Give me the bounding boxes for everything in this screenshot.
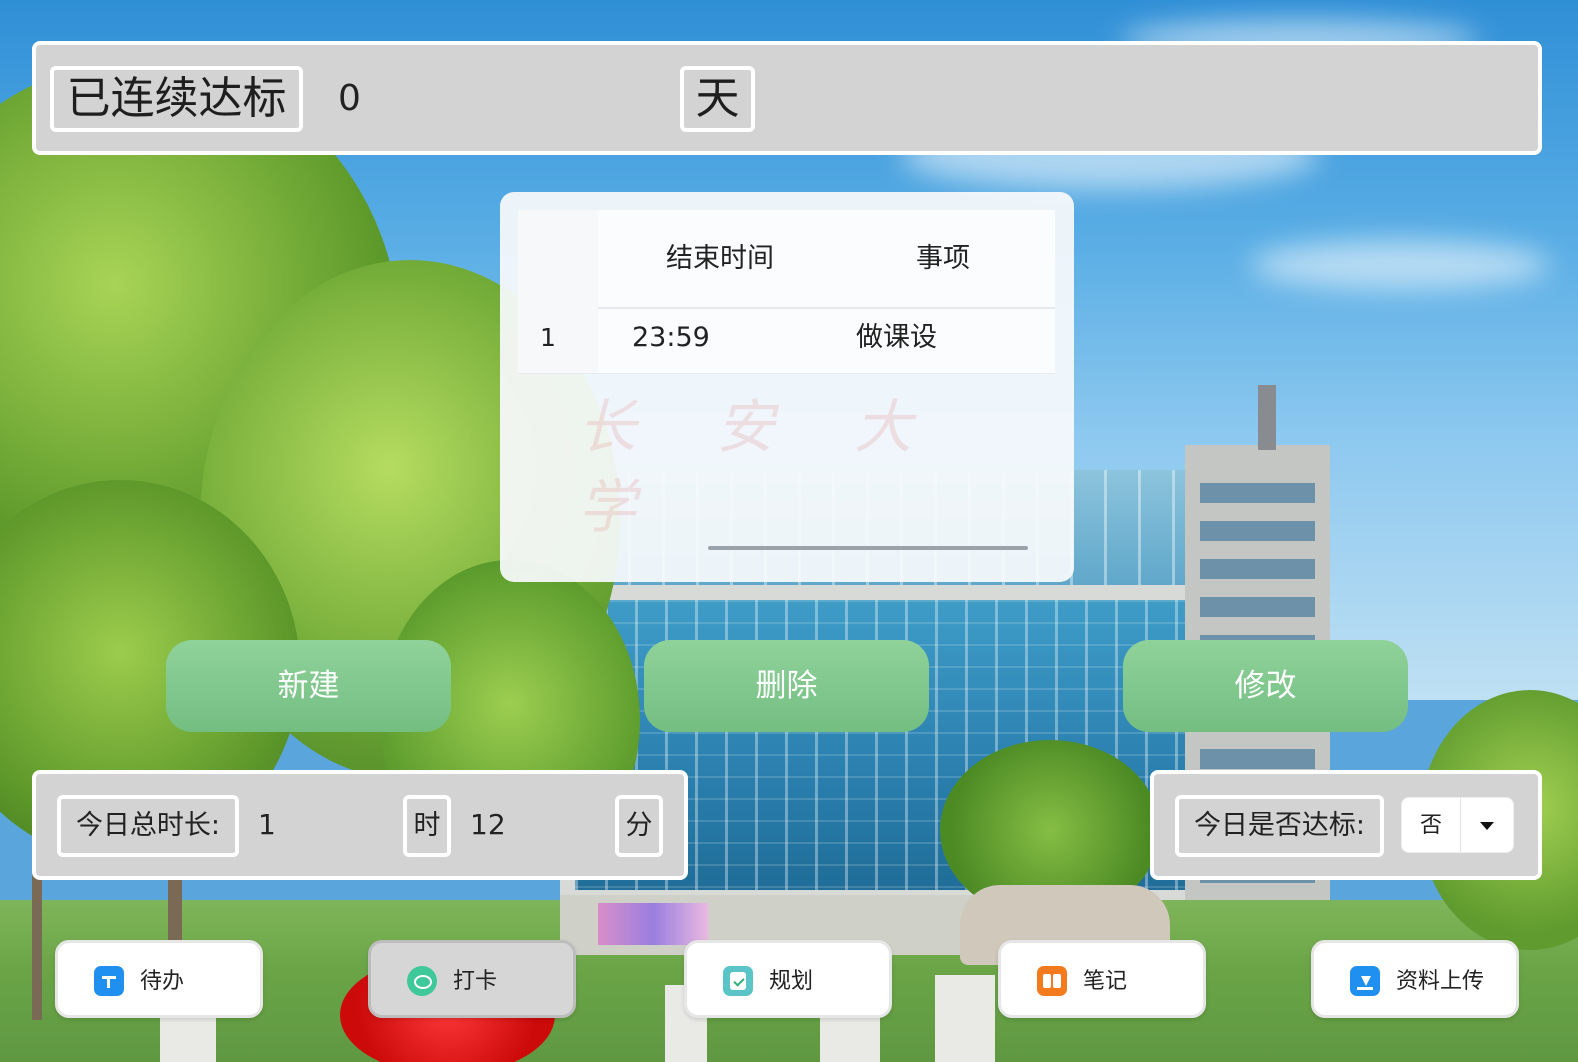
nav-checkin-label: 打卡 [453, 969, 498, 994]
notes-icon [1037, 966, 1067, 996]
streak-label: 已连续达标 [50, 66, 303, 132]
minute-unit-label: 分 [615, 795, 663, 857]
edit-button[interactable]: 修改 [1123, 640, 1408, 732]
nav-todo-button[interactable]: 待办 [55, 940, 263, 1018]
column-header-item: 事项 [916, 243, 970, 274]
checkin-icon [407, 966, 437, 996]
upload-icon [1350, 966, 1380, 996]
goal-status-label: 今日是否达标: [1175, 795, 1384, 857]
nav-notes-button[interactable]: 笔记 [998, 940, 1206, 1018]
task-table-card: 长安大学 结束时间 事项 1 23:59 做课设 [500, 192, 1074, 582]
nav-upload-button[interactable]: 资料上传 [1311, 940, 1519, 1018]
chevron-down-icon[interactable] [1480, 822, 1494, 830]
table-cell-item[interactable]: 做课设 [856, 313, 937, 363]
duration-minutes-value: 12 [470, 808, 506, 841]
nav-notes-label: 笔记 [1083, 969, 1128, 994]
watermark-text: 长安大学 [578, 393, 993, 541]
select-divider [1460, 798, 1461, 854]
duration-hours-value: 1 [258, 808, 276, 841]
streak-unit-label: 天 [680, 66, 755, 132]
hour-unit-label: 时 [403, 795, 451, 857]
goal-select-value[interactable]: 否 [1402, 798, 1460, 854]
todo-icon [94, 966, 124, 996]
column-header-end-time: 结束时间 [666, 243, 774, 274]
delete-button[interactable]: 删除 [644, 640, 929, 732]
row-divider [518, 373, 1055, 374]
table-scrollbar[interactable] [708, 546, 1028, 550]
row-index-column [518, 210, 598, 374]
task-table: 结束时间 事项 1 23:59 做课设 [518, 210, 1055, 374]
new-button[interactable]: 新建 [166, 640, 451, 732]
table-cell-end-time[interactable]: 23:59 [632, 313, 710, 363]
nav-todo-label: 待办 [140, 969, 185, 994]
nav-checkin-button[interactable]: 打卡 [368, 940, 576, 1018]
goal-status-select[interactable]: 否 [1401, 797, 1514, 854]
plan-icon [723, 966, 753, 996]
nav-upload-label: 资料上传 [1396, 969, 1485, 994]
nav-plan-label: 规划 [769, 969, 814, 994]
table-row-index[interactable]: 1 [540, 313, 556, 363]
streak-value: 0 [338, 78, 361, 119]
nav-plan-button[interactable]: 规划 [684, 940, 892, 1018]
today-duration-label: 今日总时长: [57, 795, 239, 857]
header-divider [598, 307, 1055, 309]
